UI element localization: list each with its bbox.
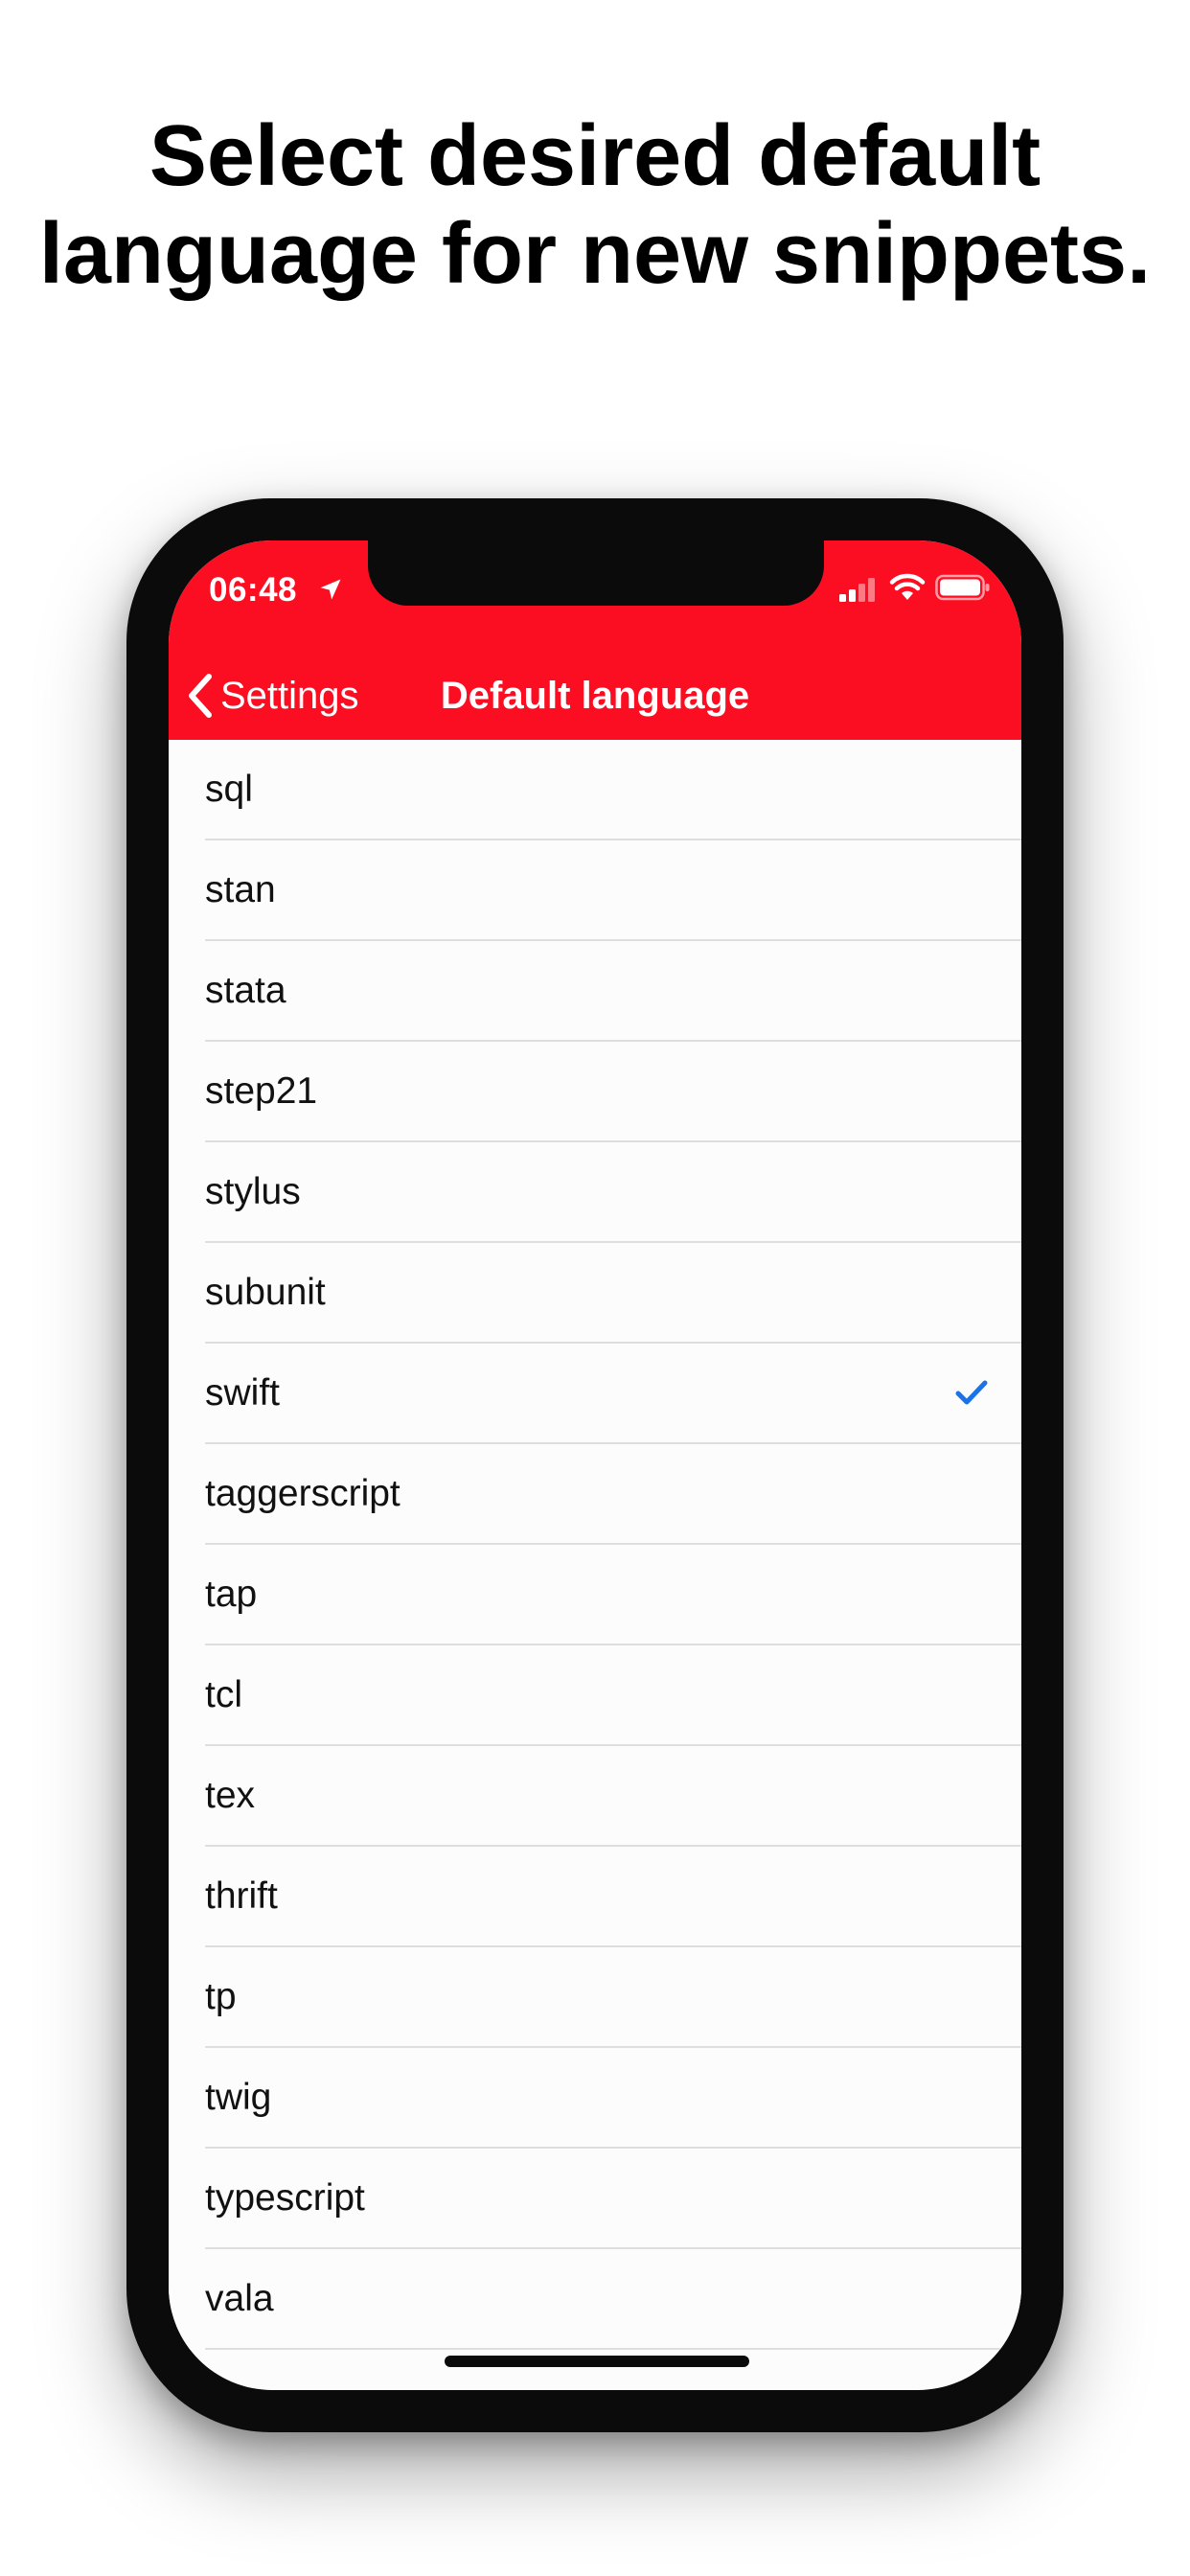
cellular-signal-icon <box>839 578 875 602</box>
phone-frame: 06:48 Settings Default language sql stan… <box>126 498 1064 2432</box>
notch <box>368 540 824 606</box>
language-label: taggerscript <box>205 1473 400 1514</box>
page-title: Default language <box>440 675 750 717</box>
language-row-stata[interactable]: stata <box>169 941 1021 1042</box>
language-label: subunit <box>205 1272 326 1313</box>
battery-icon <box>935 574 990 601</box>
language-row-thrift[interactable]: thrift <box>169 1847 1021 1947</box>
language-row-typescript[interactable]: typescript <box>169 2149 1021 2249</box>
language-row-subunit[interactable]: subunit <box>169 1243 1021 1344</box>
language-row-swift[interactable]: swift <box>169 1344 1021 1444</box>
phone-screen: 06:48 Settings Default language sql stan… <box>169 540 1021 2390</box>
language-row-sql[interactable]: sql <box>169 740 1021 840</box>
wifi-icon <box>889 573 926 600</box>
language-row-twig[interactable]: twig <box>169 2048 1021 2149</box>
language-label: thrift <box>205 1875 278 1917</box>
language-row-vala[interactable]: vala <box>169 2249 1021 2350</box>
language-label: tcl <box>205 1674 242 1715</box>
language-row-stan[interactable]: stan <box>169 840 1021 941</box>
language-row-tap[interactable]: tap <box>169 1545 1021 1645</box>
row-separator <box>205 2348 1021 2350</box>
status-time: 06:48 <box>209 571 298 609</box>
marketing-headline: Select desired default language for new … <box>0 107 1190 303</box>
language-label: stan <box>205 869 276 910</box>
language-row-stylus[interactable]: stylus <box>169 1142 1021 1243</box>
language-label: stata <box>205 970 286 1011</box>
home-indicator[interactable] <box>445 2356 749 2367</box>
language-label: sql <box>205 769 253 810</box>
language-label: tap <box>205 1574 258 1615</box>
language-label: tex <box>205 1775 256 1816</box>
checkmark-icon <box>955 1380 988 1405</box>
location-arrow-icon <box>320 579 341 600</box>
language-label: step21 <box>205 1070 318 1112</box>
language-row-tex[interactable]: tex <box>169 1746 1021 1847</box>
language-row-tcl[interactable]: tcl <box>169 1645 1021 1746</box>
language-label: tp <box>205 1976 237 2017</box>
language-label: stylus <box>205 1171 301 1212</box>
language-row-tp[interactable]: tp <box>169 1947 1021 2048</box>
headline-line-1: Select desired default <box>149 108 1041 204</box>
navigation-bar: 06:48 Settings Default language <box>169 540 1021 740</box>
language-row-taggerscript[interactable]: taggerscript <box>169 1444 1021 1545</box>
language-label: twig <box>205 2077 272 2118</box>
language-row-step21[interactable]: step21 <box>169 1042 1021 1142</box>
language-list: sql stan stata step21 stylus subunit swift tagg… <box>169 740 1021 2350</box>
headline-line-2: language for new snippets. <box>38 206 1152 302</box>
language-label: vala <box>205 2278 274 2319</box>
language-label: swift <box>205 1372 280 1414</box>
language-label: typescript <box>205 2177 365 2219</box>
